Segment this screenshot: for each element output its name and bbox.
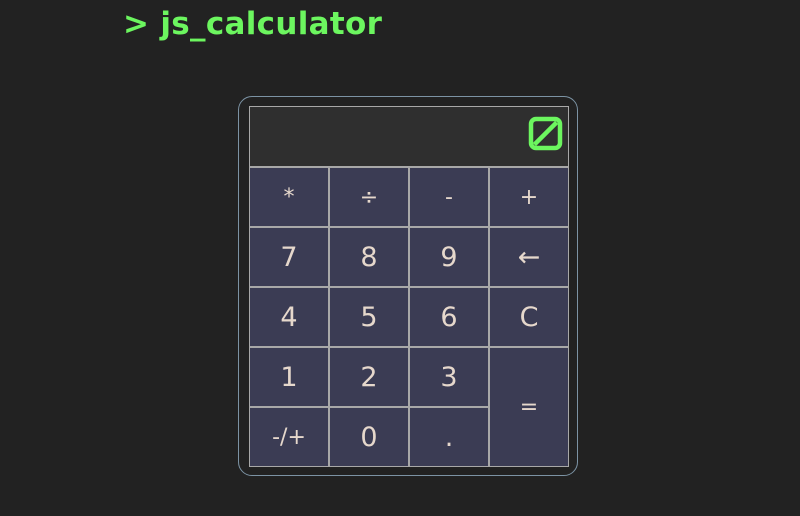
- decimal-button[interactable]: .: [409, 407, 489, 467]
- add-button[interactable]: +: [489, 167, 569, 227]
- digit-6-button[interactable]: 6: [409, 287, 489, 347]
- digit-7-button[interactable]: 7: [249, 227, 329, 287]
- digit-0-button[interactable]: 0: [329, 407, 409, 467]
- digit-5-button[interactable]: 5: [329, 287, 409, 347]
- digit-3-button[interactable]: 3: [409, 347, 489, 407]
- slashed-zero-icon[interactable]: [528, 116, 563, 151]
- digit-1-button[interactable]: 1: [249, 347, 329, 407]
- divide-button[interactable]: ÷: [329, 167, 409, 227]
- page: > js_calculator * ÷ - + 7 8 9 ← 4 5 6 C …: [0, 0, 800, 516]
- digit-2-button[interactable]: 2: [329, 347, 409, 407]
- equals-button[interactable]: =: [489, 347, 569, 467]
- backspace-button[interactable]: ←: [489, 227, 569, 287]
- digit-8-button[interactable]: 8: [329, 227, 409, 287]
- keypad: * ÷ - + 7 8 9 ← 4 5 6 C 1 2 3 = -/+ 0 .: [249, 167, 569, 467]
- digit-4-button[interactable]: 4: [249, 287, 329, 347]
- calculator-display: [249, 106, 569, 167]
- clear-button[interactable]: C: [489, 287, 569, 347]
- page-title: > js_calculator: [123, 6, 383, 42]
- digit-9-button[interactable]: 9: [409, 227, 489, 287]
- subtract-button[interactable]: -: [409, 167, 489, 227]
- negate-button[interactable]: -/+: [249, 407, 329, 467]
- multiply-button[interactable]: *: [249, 167, 329, 227]
